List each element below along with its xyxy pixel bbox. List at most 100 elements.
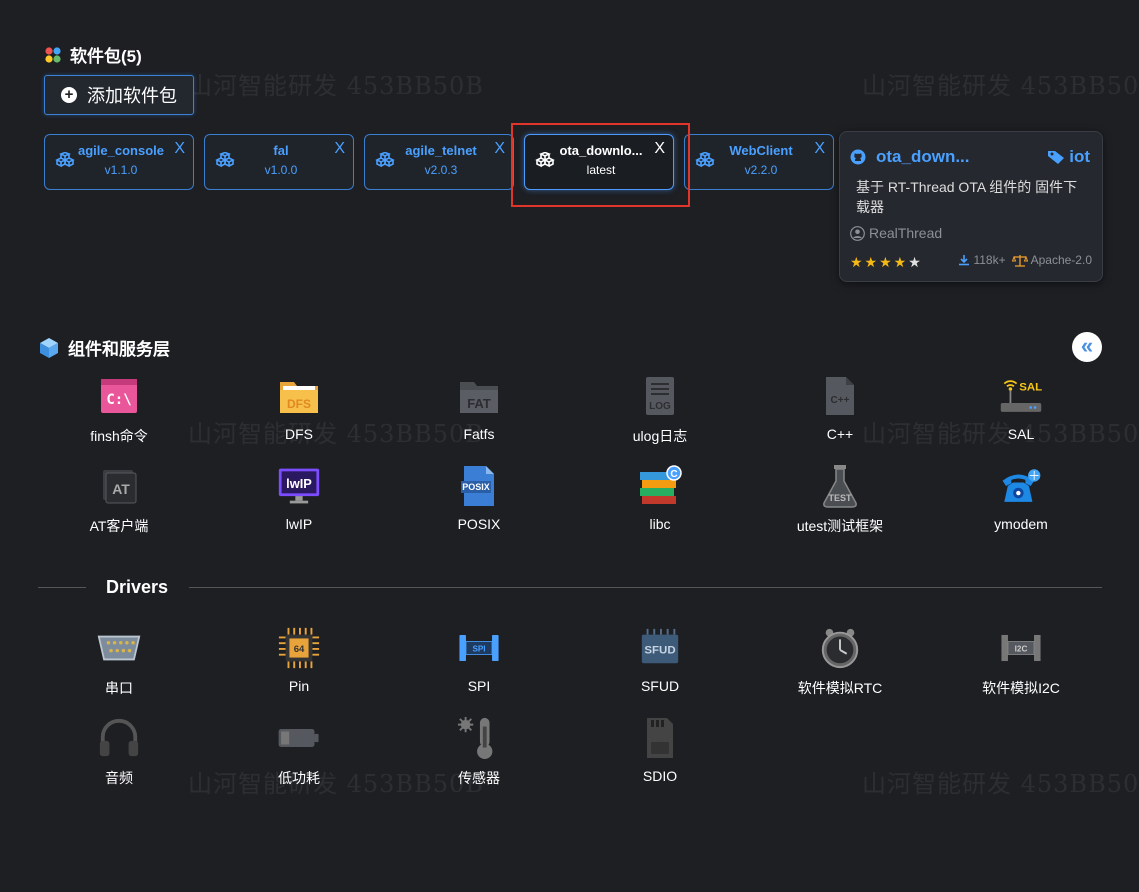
svg-text:LOG: LOG bbox=[649, 401, 671, 412]
component-item[interactable]: SAL SAL bbox=[956, 374, 1086, 442]
component-item[interactable]: ymodem bbox=[956, 464, 1086, 532]
collapse-button[interactable]: « bbox=[1072, 332, 1102, 362]
svg-text:lwIP: lwIP bbox=[286, 476, 312, 491]
driver-item[interactable]: SPI SPI bbox=[414, 626, 544, 694]
plus-icon: + bbox=[61, 87, 77, 103]
svg-text:SAL: SAL bbox=[1019, 382, 1042, 394]
item-label: 串口 bbox=[105, 680, 133, 696]
package-name: WebClient bbox=[729, 143, 793, 158]
component-item[interactable]: FAT Fatfs bbox=[414, 374, 544, 442]
package-chip[interactable]: fal v1.0.0 X bbox=[204, 134, 354, 190]
component-item[interactable]: AT AT客户端 bbox=[54, 464, 184, 536]
svg-text:C:\: C:\ bbox=[106, 392, 131, 408]
component-item[interactable]: LOG ulog日志 bbox=[595, 374, 725, 446]
driver-item[interactable]: 软件模拟RTC bbox=[775, 626, 905, 698]
card-license: Apache-2.0 bbox=[1030, 253, 1092, 267]
headphones-icon bbox=[97, 716, 141, 760]
close-icon[interactable]: X bbox=[494, 140, 505, 158]
github-icon bbox=[850, 149, 866, 165]
package-chip[interactable]: agile_telnet v2.0.3 X bbox=[364, 134, 514, 190]
scale-icon bbox=[1011, 254, 1028, 267]
svg-text:C++: C++ bbox=[831, 395, 850, 406]
package-chip[interactable]: WebClient v2.2.0 X bbox=[684, 134, 834, 190]
components-title-text: 组件和服务层 bbox=[68, 340, 170, 359]
component-item[interactable]: C libc bbox=[595, 464, 725, 532]
component-item[interactable]: POSIX POSIX bbox=[414, 464, 544, 532]
svg-text:AT: AT bbox=[112, 481, 130, 497]
chip-icon: 64 bbox=[277, 626, 321, 670]
driver-item[interactable]: 64 Pin bbox=[234, 626, 364, 694]
item-label: DFS bbox=[285, 426, 313, 442]
component-item[interactable]: TEST utest测试框架 bbox=[775, 464, 905, 536]
divider-left bbox=[38, 587, 86, 588]
item-label: libc bbox=[649, 516, 671, 532]
driver-item[interactable]: SDIO bbox=[595, 716, 725, 784]
books-icon: C bbox=[638, 464, 682, 508]
user-icon bbox=[850, 225, 865, 241]
components-section-title: 组件和服务层 bbox=[38, 335, 170, 360]
driver-item[interactable]: 传感器 bbox=[414, 716, 544, 788]
close-icon[interactable]: X bbox=[814, 140, 825, 158]
sd-card-icon bbox=[638, 716, 682, 760]
svg-text:SFUD: SFUD bbox=[644, 645, 675, 657]
svg-text:64: 64 bbox=[294, 644, 305, 655]
phone-icon bbox=[999, 464, 1043, 508]
item-label: 音频 bbox=[105, 770, 133, 786]
component-item[interactable]: C:\ finsh命令 bbox=[54, 374, 184, 446]
download-icon bbox=[959, 255, 970, 266]
star-empty: ★ bbox=[908, 254, 923, 270]
package-version: v1.0.0 bbox=[264, 163, 298, 177]
card-tag[interactable]: iot bbox=[1047, 147, 1090, 167]
serial-port-icon bbox=[97, 626, 141, 670]
item-label: Pin bbox=[288, 678, 310, 694]
card-meta: 118k+ Apache-2.0 bbox=[958, 253, 1092, 267]
item-label: ymodem bbox=[994, 516, 1048, 532]
item-label: 软件模拟I2C bbox=[982, 680, 1060, 696]
component-item[interactable]: C++ C++ bbox=[775, 374, 905, 442]
svg-text:POSIX: POSIX bbox=[462, 482, 490, 492]
package-version: v2.2.0 bbox=[744, 163, 778, 177]
log-icon: LOG bbox=[638, 374, 682, 418]
packages-title-text: 软件包(5) bbox=[70, 47, 142, 66]
item-label: utest测试框架 bbox=[796, 518, 884, 534]
driver-item[interactable]: SFUD SFUD bbox=[595, 626, 725, 694]
close-icon[interactable]: X bbox=[174, 140, 185, 158]
packages-section-title: 软件包(5) bbox=[44, 42, 142, 67]
driver-item[interactable]: 音频 bbox=[54, 716, 184, 788]
item-label: 低功耗 bbox=[278, 770, 320, 786]
item-label: finsh命令 bbox=[90, 428, 148, 444]
add-package-label: 添加软件包 bbox=[87, 86, 177, 106]
driver-item[interactable]: 串口 bbox=[54, 626, 184, 698]
svg-text:DFS: DFS bbox=[287, 397, 311, 411]
clock-icon bbox=[818, 626, 862, 670]
monitor-icon: lwIP bbox=[277, 464, 321, 508]
package-detail-card[interactable]: ota_down... iot 基于 RT-Thread OTA 组件的 固件下… bbox=[839, 131, 1103, 282]
card-title[interactable]: ota_down... bbox=[876, 147, 970, 167]
sfud-chip-icon: SFUD bbox=[638, 626, 682, 670]
item-label: SFUD bbox=[640, 678, 680, 694]
card-description: 基于 RT-Thread OTA 组件的 固件下载器 bbox=[856, 179, 1078, 215]
package-chip[interactable]: agile_console v1.1.0 X bbox=[44, 134, 194, 190]
item-label: Fatfs bbox=[463, 426, 495, 442]
terminal-icon: C:\ bbox=[97, 374, 141, 418]
drivers-section-title: Drivers bbox=[106, 577, 169, 597]
item-label: 软件模拟RTC bbox=[797, 680, 883, 696]
package-version: v2.0.3 bbox=[424, 163, 458, 177]
router-icon: SAL bbox=[999, 374, 1043, 418]
add-package-button[interactable]: + 添加软件包 bbox=[44, 75, 194, 115]
item-label: SAL bbox=[1007, 426, 1035, 442]
driver-item[interactable]: I2C 软件模拟I2C bbox=[956, 626, 1086, 698]
item-label: lwIP bbox=[285, 516, 313, 532]
component-item[interactable]: DFS DFS bbox=[234, 374, 364, 442]
flask-icon: TEST bbox=[818, 464, 862, 508]
i2c-icon: I2C bbox=[999, 626, 1043, 670]
battery-icon bbox=[277, 716, 321, 760]
card-tag-label: iot bbox=[1069, 147, 1090, 166]
component-item[interactable]: lwIP lwIP bbox=[234, 464, 364, 532]
at-icon: AT bbox=[97, 464, 141, 508]
cpp-file-icon: C++ bbox=[818, 374, 862, 418]
driver-item[interactable]: 低功耗 bbox=[234, 716, 364, 788]
close-icon[interactable]: X bbox=[334, 140, 345, 158]
item-label: 传感器 bbox=[458, 770, 500, 786]
watermark: 山河智能研发 453BB50B bbox=[862, 72, 1139, 100]
